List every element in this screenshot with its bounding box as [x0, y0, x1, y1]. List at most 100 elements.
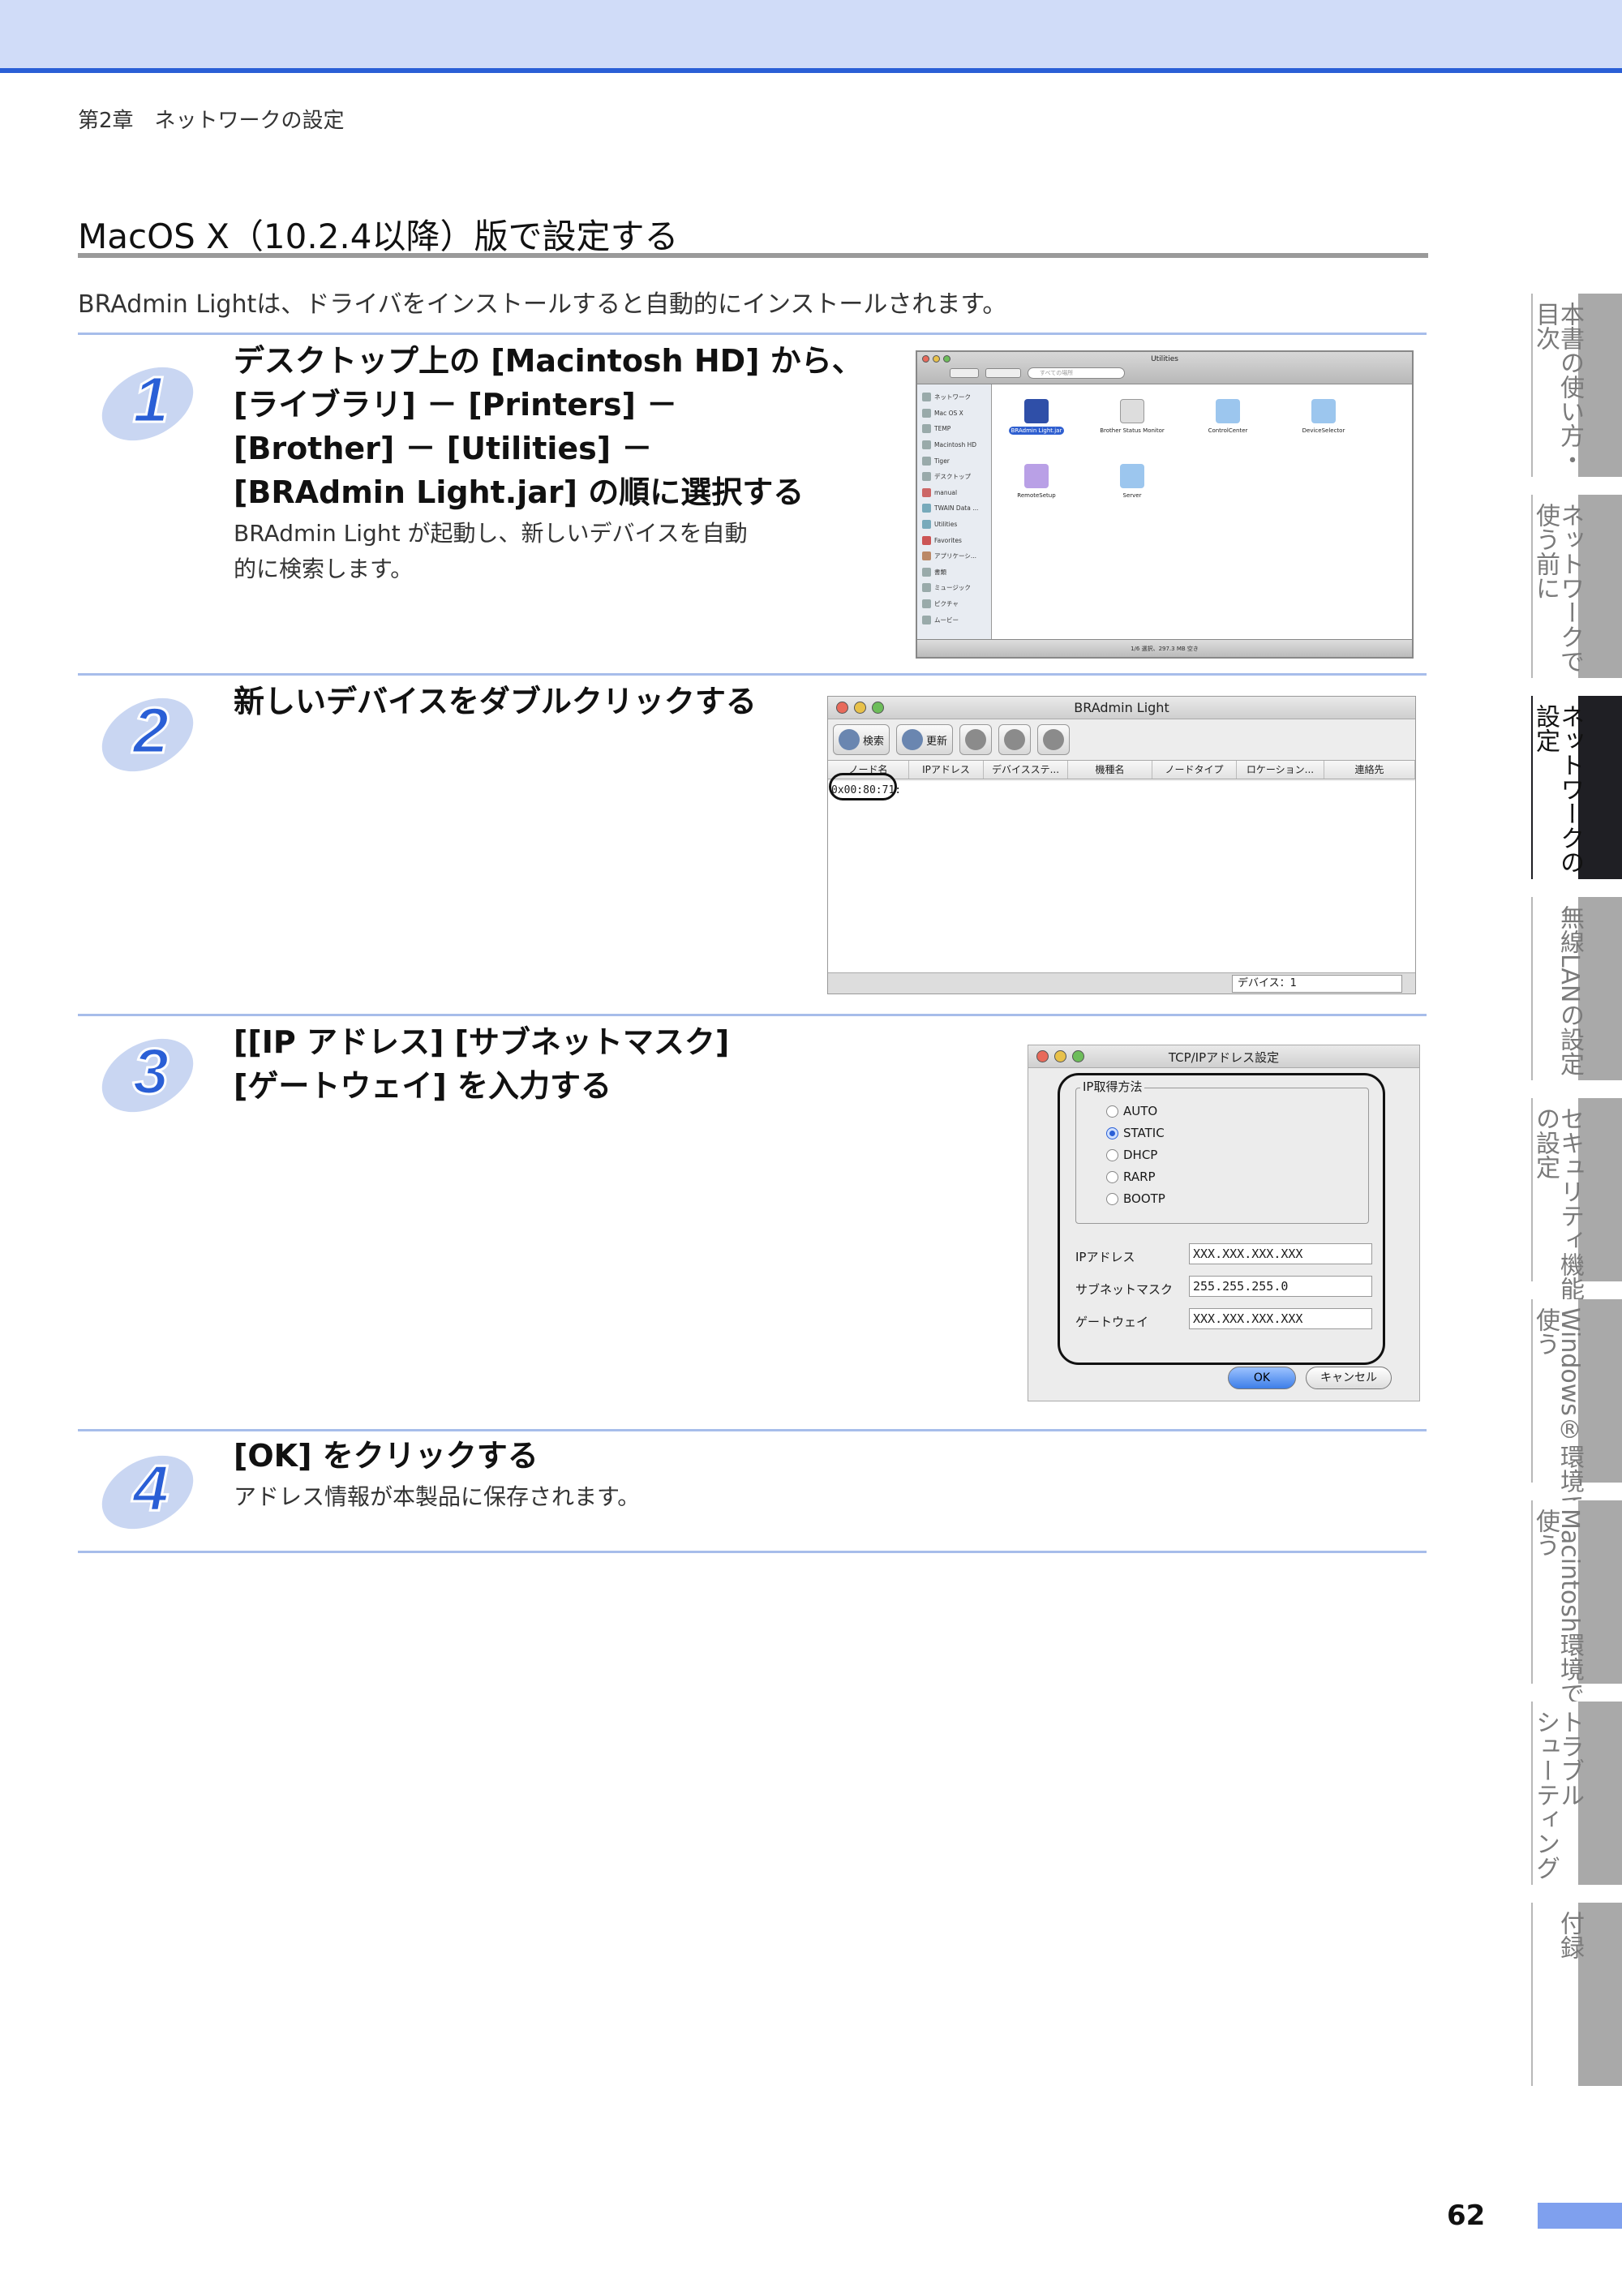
step-number-badge: 4: [97, 1436, 203, 1541]
column-header: 連絡先: [1324, 761, 1415, 779]
step-number-badge: 1: [97, 347, 203, 453]
tcpip-title: TCP/IPアドレス設定: [1168, 1050, 1280, 1065]
side-tab-windows[interactable]: Windows®環境で 使う: [1531, 1299, 1622, 1517]
side-tab-label: 使う: [1531, 1307, 1560, 1356]
toolbar-tool-button: [998, 724, 1032, 755]
cancel-button: キャンセル: [1306, 1367, 1392, 1389]
music-icon: [922, 583, 931, 593]
column-header: IPアドレス: [909, 761, 984, 779]
side-tab-label: 設定: [1531, 704, 1560, 753]
toolbar-tool-button: [959, 724, 993, 755]
column-header: ノードタイプ: [1152, 761, 1237, 779]
side-tab-guide[interactable]: 本書の使い方・ 目次: [1531, 294, 1622, 477]
side-tab-label: トラブル: [1555, 1710, 1584, 1807]
tools-icon: [1004, 729, 1026, 750]
column-header: 機種名: [1068, 761, 1152, 779]
finder-file-item: Server: [1088, 464, 1177, 500]
step-divider: [78, 1551, 1427, 1553]
side-tab-network-settings[interactable]: ネットワークの 設定: [1531, 696, 1622, 879]
side-tab-label: 付録: [1555, 1911, 1584, 1959]
step-number-badge: 2: [97, 678, 203, 783]
finder-sidebar-item: Utilities: [917, 517, 991, 533]
device-table-header: ノード名 IPアドレス デバイスステ... 機種名 ノードタイプ ロケーション.…: [828, 760, 1415, 779]
side-tab-security[interactable]: セキュリティ機能 の設定: [1531, 1098, 1622, 1301]
device-list: 0x00:80:71:: [828, 781, 1415, 972]
bradmin-titlebar: BRAdmin Light: [828, 697, 1415, 719]
view-mode-icon: [985, 368, 1021, 378]
side-tab-before-use[interactable]: ネットワークで 使う前に: [1531, 495, 1622, 678]
side-tab-label: 無線LANの設定: [1555, 905, 1584, 1076]
movies-icon: [922, 615, 931, 624]
ok-button: OK: [1228, 1367, 1296, 1389]
finder-file-item: BRAdmin Light.jar: [992, 399, 1081, 435]
side-tab-macintosh[interactable]: Macintosh環境で 使う: [1531, 1500, 1622, 1706]
finder-title: Utilities: [1151, 355, 1178, 363]
tcpip-dialog-screenshot: TCP/IPアドレス設定 IP取得方法 AUTO STATIC DHCP RAR…: [1028, 1045, 1420, 1401]
heart-icon: [922, 535, 931, 545]
column-header: デバイスステ...: [984, 761, 1068, 779]
back-forward-icon: [950, 368, 979, 378]
step-divider: [78, 1014, 1427, 1016]
folder-icon: [1120, 464, 1144, 488]
step-title-line: [OK] をクリックする: [234, 1438, 539, 1474]
finder-file-item: ControlCenter: [1183, 399, 1272, 435]
page-number-bar: [1538, 2203, 1622, 2229]
step-4-description: アドレス情報が本製品に保存されます。: [234, 1479, 640, 1515]
step-2-title: 新しいデバイスをダブルクリックする: [234, 680, 757, 723]
search-button: 検索: [833, 724, 890, 755]
step-title-line: [BRAdmin Light.jar] の順に選択する: [234, 474, 805, 510]
step-4-title: [OK] をクリックする: [234, 1434, 539, 1478]
side-tab-label: ネットワークで: [1555, 503, 1584, 673]
bradmin-title: BRAdmin Light: [1074, 700, 1169, 715]
step-number: 2: [131, 694, 169, 766]
step-title-line: [[IP アドレス] [サブネットマスク]: [234, 1024, 730, 1060]
finder-sidebar-item: Macintosh HD: [917, 437, 991, 453]
side-tab-label: ネットワークの: [1555, 704, 1584, 874]
finder-file-item: Brother Status Monitor: [1088, 399, 1177, 435]
desktop-icon: [922, 472, 931, 482]
step-divider: [78, 673, 1427, 676]
folder-icon: [1216, 399, 1240, 423]
step-title-line: デスクトップ上の [Macintosh HD] から、: [234, 343, 863, 379]
step-1-title: デスクトップ上の [Macintosh HD] から、 [ライブラリ] － [P…: [234, 339, 863, 514]
side-tab-appendix[interactable]: 付録: [1531, 1903, 1622, 2086]
finder-sidebar-item: アプリケーシ...: [917, 548, 991, 564]
step-desc-line: BRAdmin Light が起動し、新しいデバイスを自動: [234, 520, 748, 547]
toolbar-tool-button: [1037, 724, 1071, 755]
finder-titlebar: Utilities すべての場所: [917, 352, 1412, 384]
finder-sidebar-item: ピクチャ: [917, 596, 991, 612]
title-underline: [78, 253, 1428, 258]
finder-sidebar-item: manual: [917, 485, 991, 501]
header-band: [0, 0, 1622, 73]
folder-icon: [922, 504, 931, 513]
side-tab-label: セキュリティ機能: [1555, 1106, 1584, 1301]
column-header: ロケーション...: [1237, 761, 1324, 779]
settings-icon: [1043, 729, 1065, 750]
side-tab-label: 本書の使い方・: [1555, 302, 1584, 472]
finder-sidebar-item: 書類: [917, 564, 991, 581]
documents-icon: [922, 567, 931, 577]
side-tab-wireless-lan[interactable]: 無線LANの設定: [1531, 897, 1622, 1080]
section-intro: BRAdmin Lightは、ドライバをインストールすると自動的にインストールさ…: [78, 290, 1007, 319]
bradmin-app-icon: [1024, 399, 1049, 423]
refresh-icon: [902, 729, 924, 750]
highlight-outline: [1058, 1073, 1385, 1365]
folder-icon: [922, 520, 931, 530]
bradmin-toolbar: 検索 更新: [828, 719, 1415, 760]
tcpip-titlebar: TCP/IPアドレス設定: [1028, 1045, 1419, 1068]
step-title-line: [Brother] － [Utilities] －: [234, 431, 653, 466]
finder-sidebar-item: ネットワーク: [917, 389, 991, 406]
finder-sidebar-item: ミュージック: [917, 580, 991, 596]
status-monitor-icon: [1120, 399, 1144, 423]
step-desc-line: アドレス情報が本製品に保存されます。: [234, 1483, 641, 1510]
remote-setup-icon: [1024, 464, 1049, 488]
step-1-description: BRAdmin Light が起動し、新しいデバイスを自動 的に検索します。: [234, 516, 748, 587]
step-title-line: [ゲートウェイ] を入力する: [234, 1068, 611, 1104]
side-tab-troubleshooting[interactable]: トラブル シューティング: [1531, 1702, 1622, 1885]
finder-search-field: すべての場所: [1028, 367, 1125, 379]
step-3-title: [[IP アドレス] [サブネットマスク] [ゲートウェイ] を入力する: [234, 1020, 729, 1108]
disk-icon: [922, 456, 931, 466]
finder-sidebar-item: デスクトップ: [917, 469, 991, 485]
disk-icon: [922, 408, 931, 418]
finder-sidebar-item: ムービー: [917, 612, 991, 628]
